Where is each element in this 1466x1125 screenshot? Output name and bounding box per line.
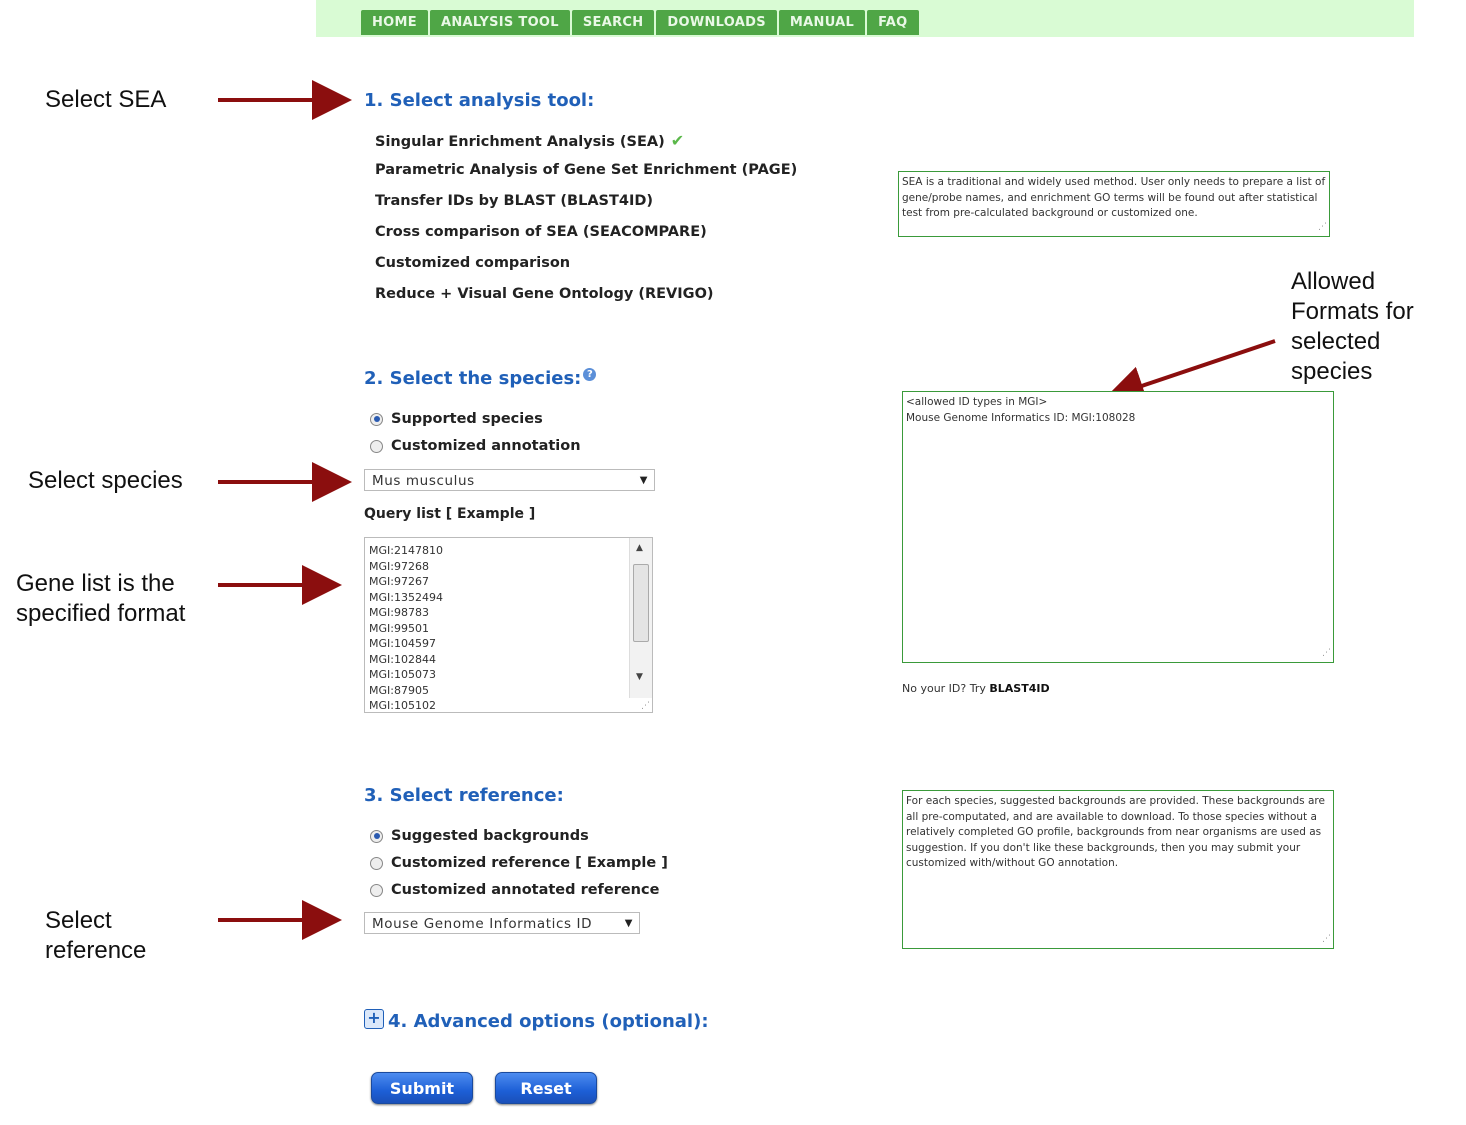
checkmark-icon: ✔ [670, 131, 685, 150]
query-line: MGI:2147810 [369, 544, 443, 557]
blast4id-link[interactable]: BLAST4ID [989, 682, 1049, 695]
radio-button-icon[interactable] [370, 829, 383, 843]
query-line: MGI:98783 [369, 606, 429, 619]
reference-select[interactable]: Mouse Genome Informatics ID ▼ [364, 912, 640, 934]
radio-suggested-backgrounds[interactable]: Suggested backgrounds [370, 828, 589, 844]
radio-label: Customized annotated reference [391, 882, 660, 898]
species-select-value: Mus musculus [372, 473, 475, 489]
query-line: MGI:97267 [369, 575, 429, 588]
chevron-down-icon[interactable]: ▼ [640, 470, 648, 492]
radio-supported-species[interactable]: Supported species [370, 411, 543, 427]
allowed-id-example: Mouse Genome Informatics ID: MGI:108028 [906, 411, 1136, 424]
radio-customized-annotation[interactable]: Customized annotation [370, 438, 581, 454]
radio-label: Suggested backgrounds [391, 828, 589, 844]
tool-sea[interactable]: Singular Enrichment Analysis (SEA) ✔ [375, 131, 684, 150]
query-line: MGI:104597 [369, 637, 436, 650]
radio-button-icon[interactable] [370, 439, 383, 453]
scroll-up-icon[interactable]: ▲ [636, 543, 643, 553]
radio-button-icon[interactable] [370, 856, 383, 870]
radio-customized-reference[interactable]: Customized reference [ Example ] [370, 855, 668, 871]
tool-label: Singular Enrichment Analysis (SEA) [375, 134, 665, 150]
query-line: MGI:99501 [369, 621, 429, 635]
reset-button[interactable]: Reset [495, 1072, 597, 1104]
tool-description-box[interactable]: SEA is a traditional and widely used met… [898, 171, 1330, 237]
section2-heading: 2. Select the species:? [364, 368, 597, 389]
query-line: MGI:1352494 [369, 590, 443, 604]
radio-label: Customized annotation [391, 438, 581, 454]
query-list-label[interactable]: Query list [ Example ] [364, 506, 535, 522]
query-scrollbar[interactable]: ▲ ▼ [629, 538, 652, 698]
query-line: MGI:87905 [369, 683, 429, 697]
radio-button-icon[interactable] [370, 883, 383, 897]
section1-heading: 1. Select analysis tool: [364, 90, 595, 111]
tool-description-text: SEA is a traditional and widely used met… [902, 176, 1326, 219]
species-select[interactable]: Mus musculus ▼ [364, 469, 655, 491]
blast4id-hint: No your ID? Try BLAST4ID [902, 682, 1050, 695]
allowed-id-header: <allowed ID types in MGI> [906, 396, 1048, 408]
submit-button[interactable]: Submit [371, 1072, 473, 1104]
query-line: MGI:97268 [369, 559, 429, 573]
help-icon[interactable]: ? [583, 368, 597, 381]
scroll-thumb[interactable] [633, 564, 649, 642]
reference-description-text: For each species, suggested backgrounds … [906, 795, 1325, 869]
resize-handle-icon[interactable]: ⋰ [641, 701, 650, 711]
section2-heading-text: 2. Select the species: [364, 368, 582, 389]
reference-description-box[interactable]: For each species, suggested backgrounds … [902, 790, 1334, 949]
radio-customized-annotated-reference[interactable]: Customized annotated reference [370, 882, 659, 898]
query-list-lines: MGI:2147810 MGI:97268 MGI:97267 MGI:1352… [369, 543, 443, 712]
reference-select-value: Mouse Genome Informatics ID [372, 916, 593, 932]
allowed-id-types-box[interactable]: <allowed ID types in MGI> Mouse Genome I… [902, 391, 1334, 663]
radio-label: Customized reference [ Example ] [391, 855, 668, 871]
tool-customized-comparison[interactable]: Customized comparison [375, 255, 570, 271]
section4-heading[interactable]: 4. Advanced options (optional): [388, 1011, 709, 1032]
arrow-allowed-formats [1104, 339, 1276, 405]
radio-label: Supported species [391, 411, 543, 427]
resize-handle-icon[interactable]: ⋰ [1322, 932, 1331, 948]
hint-text: No your ID? Try [902, 682, 990, 695]
tool-revigo[interactable]: Reduce + Visual Gene Ontology (REVIGO) [375, 286, 714, 302]
scroll-down-icon[interactable]: ▼ [636, 672, 643, 682]
resize-handle-icon[interactable]: ⋰ [1322, 646, 1331, 662]
query-list-textarea[interactable]: MGI:2147810 MGI:97268 MGI:97267 MGI:1352… [364, 537, 653, 713]
query-line: MGI:105073 [369, 668, 436, 681]
tool-blast4id[interactable]: Transfer IDs by BLAST (BLAST4ID) [375, 193, 653, 209]
section3-heading: 3. Select reference: [364, 785, 564, 806]
radio-button-icon[interactable] [370, 412, 383, 426]
chevron-down-icon[interactable]: ▼ [625, 913, 633, 935]
plus-icon[interactable]: + [364, 1009, 384, 1029]
resize-handle-icon[interactable]: ⋰ [1318, 220, 1327, 236]
query-line: MGI:105102 [369, 699, 436, 712]
query-line: MGI:102844 [369, 652, 436, 666]
tool-seacompare[interactable]: Cross comparison of SEA (SEACOMPARE) [375, 224, 707, 240]
tool-page[interactable]: Parametric Analysis of Gene Set Enrichme… [375, 162, 797, 178]
